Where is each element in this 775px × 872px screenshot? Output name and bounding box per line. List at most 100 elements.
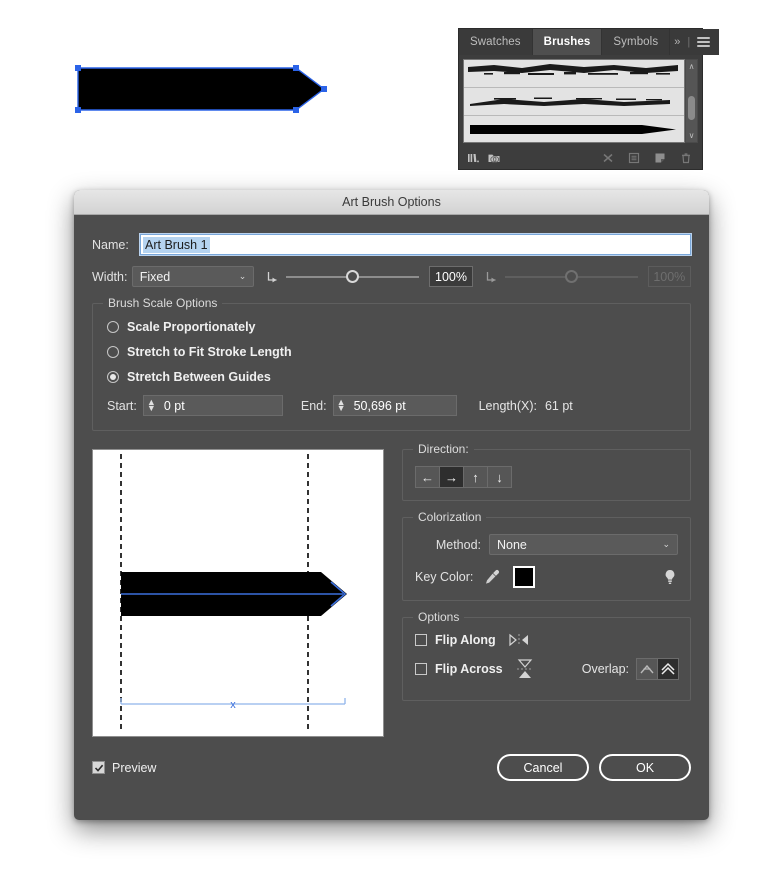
measure-marker: x [230, 699, 236, 711]
end-value: 50,696 pt [353, 398, 406, 413]
chevron-down-icon: ⌄ [238, 271, 247, 281]
panel-tab-bar: Swatches Brushes Symbols » | [459, 29, 720, 55]
slider-track-1[interactable] [286, 269, 420, 283]
delete-brush-icon[interactable] [679, 151, 693, 165]
brush-preview[interactable]: x [92, 449, 384, 737]
brush-scale-options-title: Brush Scale Options [103, 296, 223, 310]
settings-column: Direction: ← → ↑ ↓ Colorization Method: [402, 442, 691, 737]
brush-options-icon[interactable] [627, 151, 641, 165]
arrow-right-icon: → [445, 469, 458, 485]
brush-scale-options-group: Brush Scale Options Scale Proportionatel… [92, 296, 691, 431]
options-title: Options [413, 610, 465, 624]
ok-button[interactable]: OK [599, 754, 691, 781]
tab-symbols[interactable]: Symbols [602, 29, 671, 55]
colorization-group: Colorization Method: None ⌄ Key Color: [402, 510, 691, 601]
direction-up-button[interactable]: ↑ [463, 466, 488, 488]
charcoal-brush-preview [468, 64, 678, 75]
overlap-keep-button[interactable] [657, 658, 679, 680]
cancel-button[interactable]: Cancel [497, 754, 589, 781]
slider-knob-1[interactable] [346, 269, 360, 283]
key-color-label: Key Color: [415, 570, 474, 584]
guides-row: Start: ▲ ▼ 0 pt End: ▲ ▼ 50,696 pt Length(… [107, 395, 676, 416]
flip-along-row: Flip Along [415, 632, 678, 648]
brushes-panel-footer [459, 147, 702, 169]
remove-brush-stroke-icon[interactable] [601, 151, 615, 165]
end-label: End: [300, 398, 327, 413]
brushes-panel: Swatches Brushes Symbols » | ∧ ∨ [458, 28, 720, 170]
slider-knob-2 [564, 269, 578, 283]
radio-label: Stretch to Fit Stroke Length [127, 345, 292, 359]
tab-swatches-label: Swatches [470, 36, 521, 48]
expand-panel-icon[interactable]: » [674, 36, 680, 48]
direction-left-button[interactable]: ← [415, 466, 440, 488]
width-value-1[interactable]: 100% [429, 266, 473, 287]
name-row: Name: Art Brush 1 [92, 234, 691, 255]
artboard-arrow-artwork[interactable] [70, 60, 330, 120]
tab-symbols-label: Symbols [613, 36, 659, 48]
list-item[interactable] [464, 88, 684, 116]
libraries-panel-icon[interactable] [487, 151, 501, 165]
arrow-art-brush-preview [470, 125, 676, 134]
arrow-shape-path [78, 68, 324, 110]
direction-down-button[interactable]: ↓ [487, 466, 512, 488]
preview-checkbox[interactable] [92, 761, 105, 774]
method-select[interactable]: None ⌄ [489, 534, 678, 555]
hamburger-menu-icon[interactable] [697, 35, 711, 50]
checkmark-icon [94, 764, 103, 772]
radio-icon-selected [107, 371, 119, 383]
radio-icon [107, 321, 119, 333]
illustrator-screen: Swatches Brushes Symbols » | ∧ ∨ Art Bru… [0, 0, 775, 872]
tab-brushes[interactable]: Brushes [532, 29, 603, 55]
list-item[interactable] [464, 60, 684, 88]
width-value-2: 100% [647, 266, 691, 287]
stepper-arrows-icon[interactable]: ▲ ▼ [334, 398, 349, 412]
end-stepper[interactable]: ▲ ▼ 50,696 pt [332, 395, 457, 416]
dialog-buttons: Cancel OK [497, 754, 691, 781]
options-group: Options Flip Along Flip Across Overlap: [402, 610, 691, 701]
arrow-up-icon: ↑ [472, 469, 479, 485]
preview-label: Preview [112, 760, 157, 775]
overlap-control: Overlap: [582, 658, 679, 680]
width-label: Width: [92, 269, 128, 284]
direction-title: Direction: [413, 442, 474, 456]
start-stepper[interactable]: ▲ ▼ 0 pt [142, 395, 283, 416]
name-label: Name: [92, 237, 129, 252]
scrollbar-thumb[interactable] [688, 96, 695, 120]
overlap-adjust-button[interactable] [636, 658, 658, 680]
width-variation-slider-1[interactable] [266, 269, 420, 284]
radio-scale-proportionately[interactable]: Scale Proportionately [107, 320, 676, 334]
stepper-arrows-icon[interactable]: ▲ ▼ [144, 398, 159, 412]
scroll-up-icon[interactable]: ∧ [686, 60, 697, 73]
new-brush-icon[interactable] [653, 151, 667, 165]
eyedropper-icon[interactable] [483, 568, 501, 586]
list-item[interactable] [464, 116, 684, 142]
width-variation-slider-2 [485, 269, 638, 284]
direction-right-button[interactable]: → [439, 466, 464, 488]
scroll-down-icon[interactable]: ∨ [686, 129, 697, 142]
control-divider: | [687, 36, 691, 48]
brushes-scrollbar[interactable]: ∧ ∨ [685, 59, 698, 143]
method-select-value: None [497, 537, 527, 552]
start-value: 0 pt [163, 398, 185, 413]
dry-ink-brush-preview [470, 97, 670, 106]
pressure-min-icon [268, 272, 277, 283]
overlap-keep-icon [661, 662, 675, 675]
radio-stretch-to-fit-stroke-length[interactable]: Stretch to Fit Stroke Length [107, 345, 676, 359]
lightbulb-tip-icon[interactable] [662, 568, 678, 586]
tab-swatches[interactable]: Swatches [459, 29, 533, 55]
name-input[interactable]: Art Brush 1 [140, 234, 691, 255]
radio-label: Stretch Between Guides [127, 370, 271, 384]
brush-libraries-menu-icon[interactable] [466, 151, 480, 165]
start-label: Start: [107, 398, 137, 413]
preview-and-settings: x Direction: ← → ↑ ↓ Colorization Method… [92, 442, 691, 737]
flip-across-checkbox[interactable] [415, 663, 427, 675]
key-color-swatch[interactable] [513, 566, 536, 588]
flip-along-checkbox[interactable] [415, 634, 427, 646]
colorization-title: Colorization [413, 510, 487, 524]
radio-stretch-between-guides[interactable]: Stretch Between Guides [107, 370, 676, 384]
width-select-value: Fixed [139, 269, 171, 284]
brushes-list[interactable] [463, 59, 685, 143]
width-select[interactable]: Fixed ⌄ [131, 266, 255, 287]
radio-label: Scale Proportionately [127, 320, 256, 334]
arrow-down-icon: ↓ [496, 469, 503, 485]
